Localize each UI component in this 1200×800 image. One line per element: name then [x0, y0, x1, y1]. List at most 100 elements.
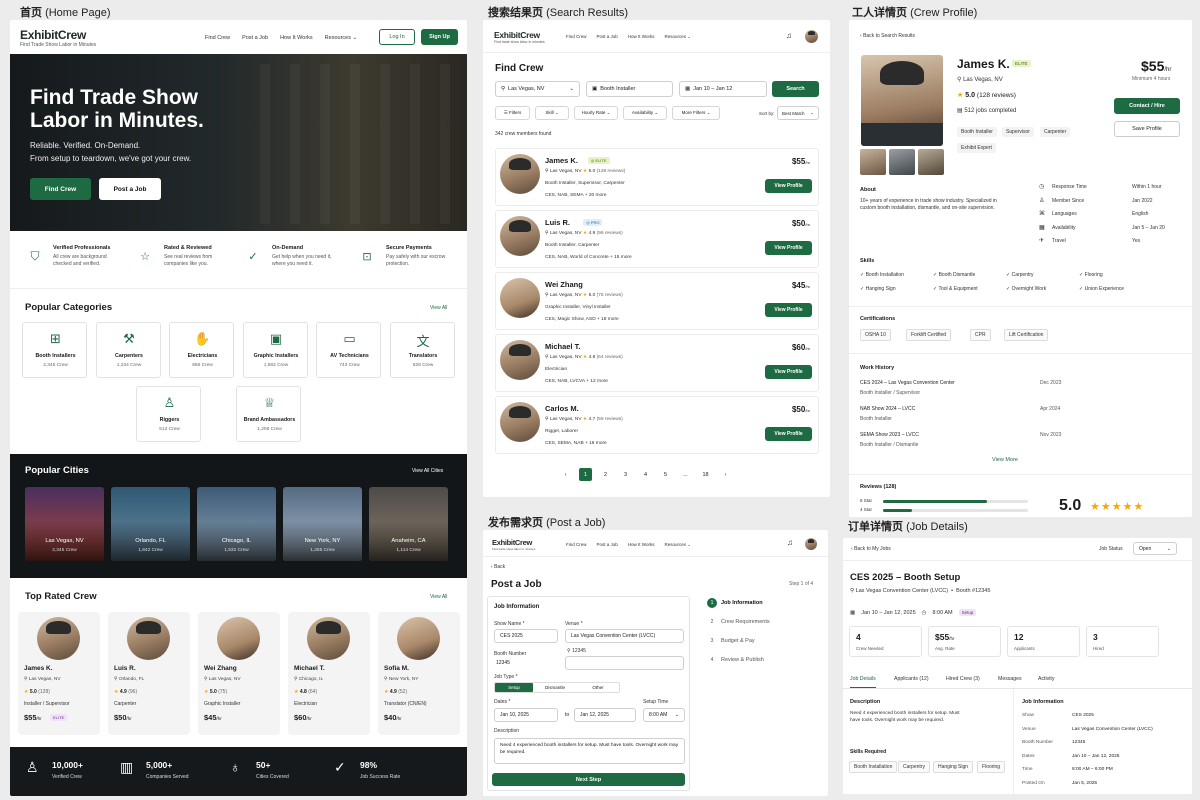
category-card-3[interactable]: ▣ Graphic Installers 1,582 Crew: [242, 322, 308, 378]
contact-hire-button[interactable]: Contact / Hire: [1114, 98, 1180, 114]
category-card-0[interactable]: ⊞ Booth Installers 2,345 Crew: [22, 322, 87, 378]
post-back-link[interactable]: ‹ Back: [491, 564, 505, 570]
post-nav-how[interactable]: How It Works: [628, 542, 655, 548]
result-row-1[interactable]: Luis R. ◎ PRO ⚲ Las Vegas, NV ★ 4.9 (96 re…: [495, 210, 819, 268]
user-avatar[interactable]: [805, 538, 817, 550]
date-range-input[interactable]: ▦ Jan 10 – Jan 12: [679, 81, 767, 97]
post-nav-post[interactable]: Post a Job: [597, 542, 618, 548]
city-card-3[interactable]: New York, NY 1,256 Crew: [283, 487, 362, 561]
result-row-3[interactable]: Michael T. ⚲ Las Vegas, NV ★ 4.8 (64 revi…: [495, 334, 819, 392]
page-3[interactable]: 3: [619, 468, 632, 481]
description-textarea[interactable]: Need 4 experienced booth installers for …: [494, 738, 685, 764]
home-logo[interactable]: ExhibitCrew Find Trade Show Labor in Minu…: [20, 28, 96, 48]
result-row-0[interactable]: James K. ◎ ELITE ⚲ Las Vegas, NV ★ 5.0 (12…: [495, 148, 819, 206]
tab-4[interactable]: Activity: [1038, 676, 1054, 682]
result-row-4[interactable]: Carlos M. ⚲ Las Vegas, NV ★ 4.7 (59 revie…: [495, 396, 819, 454]
crew-card-2[interactable]: Wei Zhang ⚲ Las Vegas, NV ★ 5.0 (75) Graphi…: [198, 612, 280, 735]
category-card-5[interactable]: 文 Translators 628 Crew: [389, 322, 455, 378]
type-setup[interactable]: Setup: [495, 683, 533, 692]
page-18[interactable]: 18: [699, 468, 712, 481]
bell-icon[interactable]: ♫: [787, 538, 793, 547]
category-card-1[interactable]: ⚒ Carpenters 1,234 Crew: [95, 322, 161, 378]
category-card-2[interactable]: ✋ Electricians 856 Crew: [169, 322, 234, 378]
work-photo-1[interactable]: [860, 149, 886, 175]
city-card-1[interactable]: Orlando, FL 1,842 Crew: [111, 487, 190, 561]
crew-card-4[interactable]: Sofia M. ⚲ New York, NY ★ 4.9 (52) Translat…: [378, 612, 460, 735]
crew-card-3[interactable]: Michael T. ⚲ Chicago, IL ★ 4.8 (64) Electri…: [288, 612, 370, 735]
nav-how-it-works[interactable]: How It Works: [280, 35, 313, 41]
tab-0[interactable]: Job Details: [850, 676, 876, 688]
venue-input[interactable]: Las Vegas Convention Center (LVCC): [565, 629, 684, 643]
hero-post-job-button[interactable]: Post a Job: [99, 178, 161, 200]
result-row-2[interactable]: Wei Zhang ⚲ Las Vegas, NV ★ 5.0 (75 revie…: [495, 272, 819, 330]
search-button[interactable]: Search: [772, 81, 819, 97]
venue-address-input[interactable]: [565, 656, 684, 670]
category-card-6[interactable]: ♙ Riggers 512 Crew: [136, 386, 201, 442]
job-status-select[interactable]: Open ⌄: [1133, 542, 1177, 555]
bell-icon[interactable]: ♫: [786, 31, 792, 40]
categories-view-all-link[interactable]: View All: [430, 305, 447, 311]
category-card-4[interactable]: ▭ AV Technicians 743 Crew: [316, 322, 381, 378]
view-profile-button[interactable]: View Profile: [765, 427, 812, 441]
step-label[interactable]: Job Information: [721, 600, 763, 606]
city-card-2[interactable]: Chicago, IL 1,532 Crew: [197, 487, 276, 561]
view-profile-button[interactable]: View Profile: [765, 303, 812, 317]
category-card-7[interactable]: ♕ Brand Ambassadors 1,206 Crew: [236, 386, 301, 442]
nav-resources[interactable]: Resources ⌄: [325, 35, 357, 41]
login-button[interactable]: Log In: [379, 29, 415, 45]
search-nav-resources[interactable]: Resources ⌄: [664, 34, 691, 40]
page-4[interactable]: 4: [639, 468, 652, 481]
view-more-link[interactable]: View More: [992, 457, 1018, 463]
filter-hourly-rate[interactable]: Hourly Rate ⌄: [574, 106, 618, 120]
nav-find-crew[interactable]: Find Crew: [205, 35, 230, 41]
step-label[interactable]: Review & Publish: [721, 657, 764, 663]
crew-card-0[interactable]: James K. ⚲ Las Vegas, NV ★ 5.0 (128) Instal…: [18, 612, 100, 735]
booth-number-value[interactable]: 12345: [496, 660, 510, 666]
crew-card-1[interactable]: Luis R. ⚲ Orlando, FL ★ 4.9 (96) Carpenter $…: [108, 612, 190, 735]
location-input[interactable]: ⚲ Las Vegas, NV ⌄: [495, 81, 580, 97]
nav-post-job[interactable]: Post a Job: [242, 35, 268, 41]
view-profile-button[interactable]: View Profile: [765, 241, 812, 255]
user-avatar[interactable]: [805, 30, 818, 43]
search-logo[interactable]: ExhibitCrew Find trade show labor in minu…: [494, 30, 545, 44]
cities-view-all-link[interactable]: View All Cities: [412, 468, 443, 474]
next-step-button[interactable]: Next Step: [492, 773, 685, 786]
hero-find-crew-button[interactable]: Find Crew: [30, 178, 91, 200]
save-profile-button[interactable]: Save Profile: [1114, 121, 1180, 137]
page-prev[interactable]: ‹: [559, 468, 572, 481]
view-profile-button[interactable]: View Profile: [765, 179, 812, 193]
page-5[interactable]: 5: [659, 468, 672, 481]
date-to-input[interactable]: Jan 12, 2025: [574, 708, 636, 722]
setup-time-input[interactable]: 8:00 AM ⌄: [643, 708, 685, 722]
work-photo-3[interactable]: [918, 149, 944, 175]
search-nav-find[interactable]: Find Crew: [566, 34, 587, 40]
work-photo-2[interactable]: [889, 149, 915, 175]
page-1[interactable]: 1: [579, 468, 592, 481]
step-label[interactable]: Budget & Pay: [721, 638, 755, 644]
date-from-input[interactable]: Jan 10, 2025: [494, 708, 558, 722]
post-nav-resources[interactable]: Resources ⌄: [664, 542, 691, 548]
step-label[interactable]: Crew Requirements: [721, 619, 770, 625]
signup-button[interactable]: Sign Up: [421, 29, 458, 45]
city-card-0[interactable]: Las Vegas, NV 2,345 Crew: [25, 487, 104, 561]
search-nav-how[interactable]: How It Works: [628, 34, 655, 40]
filter-availability[interactable]: Availability ⌄: [623, 106, 667, 120]
back-to-jobs-link[interactable]: ‹ Back to My Jobs: [851, 546, 891, 552]
back-to-search-link[interactable]: ‹ Back to Search Results: [860, 33, 915, 39]
page-next[interactable]: ›: [719, 468, 732, 481]
filter-filters[interactable]: ☰ Filters: [495, 106, 530, 120]
role-input[interactable]: ▣ Booth Installer: [586, 81, 673, 97]
post-logo[interactable]: ExhibitCrew Find trade show labor in minu…: [492, 538, 535, 551]
view-profile-button[interactable]: View Profile: [765, 365, 812, 379]
search-nav-post[interactable]: Post a Job: [597, 34, 618, 40]
sort-select[interactable]: Best Match ⌄: [777, 106, 819, 120]
top-rated-view-all-link[interactable]: View All: [430, 594, 447, 600]
city-card-4[interactable]: Anaheim, CA 1,114 Crew: [369, 487, 448, 561]
page-2[interactable]: 2: [599, 468, 612, 481]
filter-more-filters[interactable]: More Filters ⌄: [672, 106, 720, 120]
type-other[interactable]: Other: [577, 683, 619, 692]
post-nav-find[interactable]: Find Crew: [566, 542, 587, 548]
tab-2[interactable]: Hired Crew (3): [946, 676, 980, 682]
type-dismantle[interactable]: Dismantle: [533, 683, 577, 692]
filter-skill[interactable]: Skill ⌄: [535, 106, 569, 120]
